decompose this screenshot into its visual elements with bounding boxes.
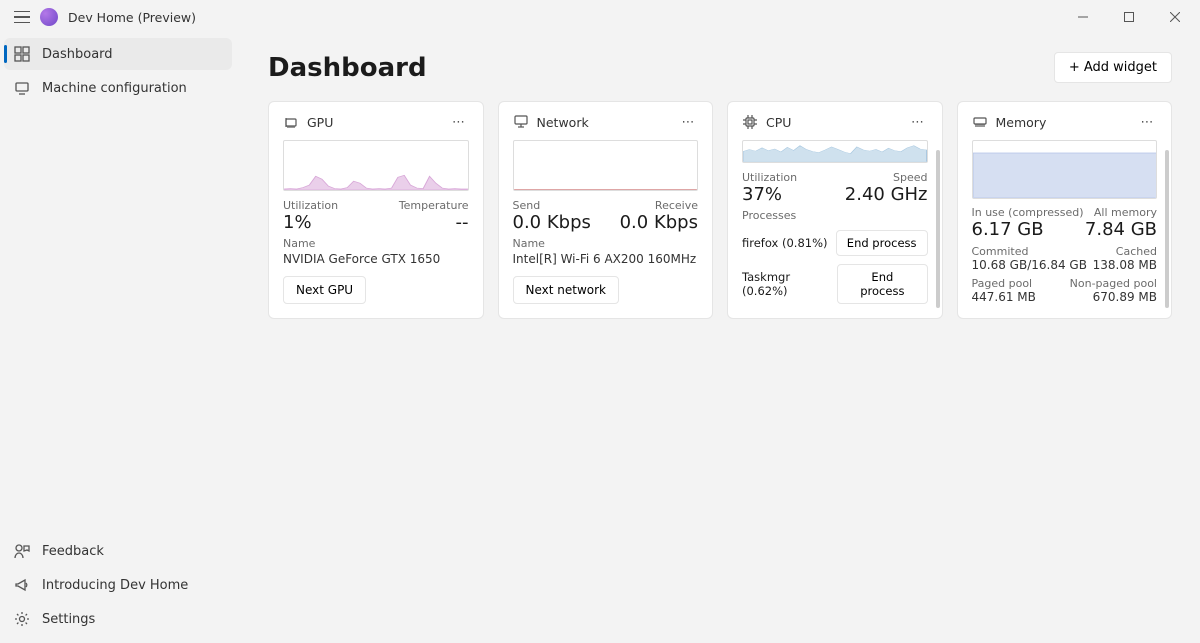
sidebar-item-settings[interactable]: Settings: [4, 603, 232, 635]
gpu-name-label: Name: [283, 237, 469, 250]
gpu-icon: [283, 114, 299, 130]
gpu-temp-label: Temperature: [399, 199, 469, 212]
cpu-speed-value: 2.40 GHz: [845, 184, 928, 205]
megaphone-icon: [14, 577, 30, 593]
cpu-proc-label: Processes: [742, 209, 928, 222]
sidebar-item-label: Introducing Dev Home: [42, 578, 188, 593]
net-name-label: Name: [513, 237, 699, 250]
sidebar-item-feedback[interactable]: Feedback: [4, 535, 232, 567]
cpu-process-name: firefox (0.81%): [742, 236, 828, 250]
sidebar: Dashboard Machine configuration Feedback…: [0, 34, 240, 643]
widget-more-icon[interactable]: ⋯: [1137, 112, 1157, 132]
mem-all-label: All memory: [1094, 206, 1157, 219]
cpu-chart: [742, 140, 928, 163]
widget-cpu: CPU ⋯ Utilization Speed 37% 2.40 GHz Pro…: [727, 101, 943, 319]
memory-chart: [972, 140, 1158, 199]
hamburger-menu[interactable]: [14, 9, 30, 25]
titlebar: Dev Home (Preview): [0, 0, 1200, 34]
mem-committed-label: Commited: [972, 245, 1029, 258]
cpu-util-value: 37%: [742, 184, 782, 205]
mem-inuse-value: 6.17 GB: [972, 219, 1044, 240]
sidebar-item-intro[interactable]: Introducing Dev Home: [4, 569, 232, 601]
widget-title: GPU: [307, 115, 333, 130]
cpu-scrollbar[interactable]: [936, 150, 940, 308]
sidebar-item-label: Machine configuration: [42, 81, 187, 96]
gpu-temp-value: --: [456, 212, 469, 233]
end-process-button[interactable]: End process: [836, 230, 928, 256]
app-logo-icon: [40, 8, 58, 26]
cpu-util-label: Utilization: [742, 171, 797, 184]
mem-paged-value: 447.61 MB: [972, 290, 1036, 304]
net-recv-label: Receive: [655, 199, 698, 212]
maximize-button[interactable]: [1106, 0, 1152, 34]
widget-memory: Memory ⋯ In use (compressed) All memory …: [957, 101, 1173, 319]
app-title: Dev Home (Preview): [68, 10, 196, 25]
widget-gpu: GPU ⋯ Utilization Temperature 1% -- Name…: [268, 101, 484, 319]
widget-more-icon[interactable]: ⋯: [908, 112, 928, 132]
net-send-value: 0.0 Kbps: [513, 212, 591, 233]
page-title: Dashboard: [268, 53, 427, 83]
net-recv-value: 0.0 Kbps: [620, 212, 698, 233]
widget-network: Network ⋯ Send Receive 0.0 Kbps 0.0 Kbps…: [498, 101, 714, 319]
mem-cached-value: 138.08 MB: [1093, 258, 1157, 272]
memory-icon: [972, 114, 988, 130]
widget-title: Memory: [996, 115, 1047, 130]
sidebar-item-label: Feedback: [42, 544, 104, 559]
net-name-value: Intel[R] Wi-Fi 6 AX200 160MHz: [513, 252, 699, 266]
memory-scrollbar[interactable]: [1165, 150, 1169, 308]
dashboard-icon: [14, 46, 30, 62]
mem-cached-label: Cached: [1116, 245, 1157, 258]
mem-paged-label: Paged pool: [972, 277, 1033, 290]
gpu-util-label: Utilization: [283, 199, 338, 212]
gpu-util-value: 1%: [283, 212, 312, 233]
mem-committed-value: 10.68 GB/16.84 GB: [972, 258, 1087, 272]
main-content: Dashboard + Add widget GPU ⋯ Utilization…: [240, 34, 1200, 643]
widget-more-icon[interactable]: ⋯: [678, 112, 698, 132]
next-network-button[interactable]: Next network: [513, 276, 620, 304]
gear-icon: [14, 611, 30, 627]
widget-more-icon[interactable]: ⋯: [449, 112, 469, 132]
widget-title: Network: [537, 115, 589, 130]
end-process-button[interactable]: End process: [837, 264, 927, 304]
widget-title: CPU: [766, 115, 791, 130]
network-icon: [513, 114, 529, 130]
config-icon: [14, 80, 30, 96]
cpu-icon: [742, 114, 758, 130]
feedback-icon: [14, 543, 30, 559]
cpu-process-name: Taskmgr (0.62%): [742, 270, 837, 298]
add-widget-button[interactable]: + Add widget: [1054, 52, 1172, 83]
gpu-chart: [283, 140, 469, 191]
sidebar-item-machine-config[interactable]: Machine configuration: [4, 72, 232, 104]
mem-nonpaged-value: 670.89 MB: [1093, 290, 1157, 304]
mem-all-value: 7.84 GB: [1085, 219, 1157, 240]
mem-inuse-label: In use (compressed): [972, 206, 1084, 219]
cpu-speed-label: Speed: [893, 171, 927, 184]
close-button[interactable]: [1152, 0, 1198, 34]
gpu-name-value: NVIDIA GeForce GTX 1650: [283, 252, 469, 266]
sidebar-item-label: Settings: [42, 612, 95, 627]
next-gpu-button[interactable]: Next GPU: [283, 276, 366, 304]
mem-nonpaged-label: Non-paged pool: [1070, 277, 1157, 290]
network-chart: [513, 140, 699, 191]
net-send-label: Send: [513, 199, 541, 212]
sidebar-item-label: Dashboard: [42, 47, 113, 62]
sidebar-item-dashboard[interactable]: Dashboard: [4, 38, 232, 70]
minimize-button[interactable]: [1060, 0, 1106, 34]
